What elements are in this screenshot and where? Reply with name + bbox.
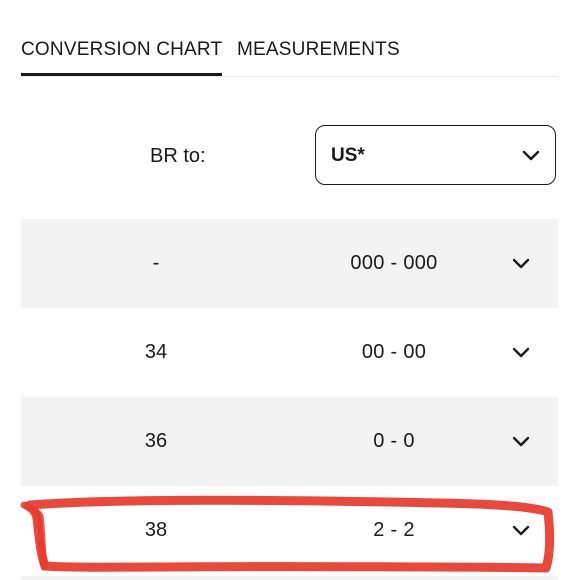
chevron-down-icon[interactable] bbox=[511, 521, 531, 541]
tab-measurements[interactable]: MEASUREMENTS bbox=[237, 38, 400, 62]
size-system-select[interactable]: US* bbox=[315, 125, 556, 185]
size-row[interactable]: 34 00 - 00 bbox=[21, 308, 558, 397]
size-row[interactable]: - 000 - 000 bbox=[21, 219, 558, 308]
br-size: 38 bbox=[144, 519, 168, 541]
br-size: 36 bbox=[144, 430, 168, 452]
selector-label: BR to: bbox=[150, 145, 206, 167]
br-size: - bbox=[152, 252, 160, 274]
size-row-highlighted[interactable]: 38 2 - 2 bbox=[21, 486, 558, 575]
chevron-down-icon bbox=[522, 150, 540, 161]
br-size: 34 bbox=[144, 341, 168, 363]
us-size: 000 - 000 bbox=[350, 252, 438, 274]
us-size: 0 - 0 bbox=[373, 430, 415, 452]
chevron-down-icon[interactable] bbox=[511, 343, 531, 363]
size-row[interactable]: 36 0 - 0 bbox=[21, 397, 558, 486]
tab-bar: CONVERSION CHART MEASUREMENTS bbox=[21, 0, 558, 77]
chevron-down-icon[interactable] bbox=[511, 432, 531, 452]
size-system-value: US* bbox=[331, 145, 365, 166]
us-size: 2 - 2 bbox=[373, 519, 415, 541]
us-size: 00 - 00 bbox=[361, 341, 427, 363]
size-conversion-page: CONVERSION CHART MEASUREMENTS BR to: US*… bbox=[0, 0, 580, 580]
size-row-partial bbox=[21, 576, 558, 580]
tab-conversion-chart[interactable]: CONVERSION CHART bbox=[21, 38, 223, 76]
chevron-down-icon[interactable] bbox=[511, 254, 531, 274]
